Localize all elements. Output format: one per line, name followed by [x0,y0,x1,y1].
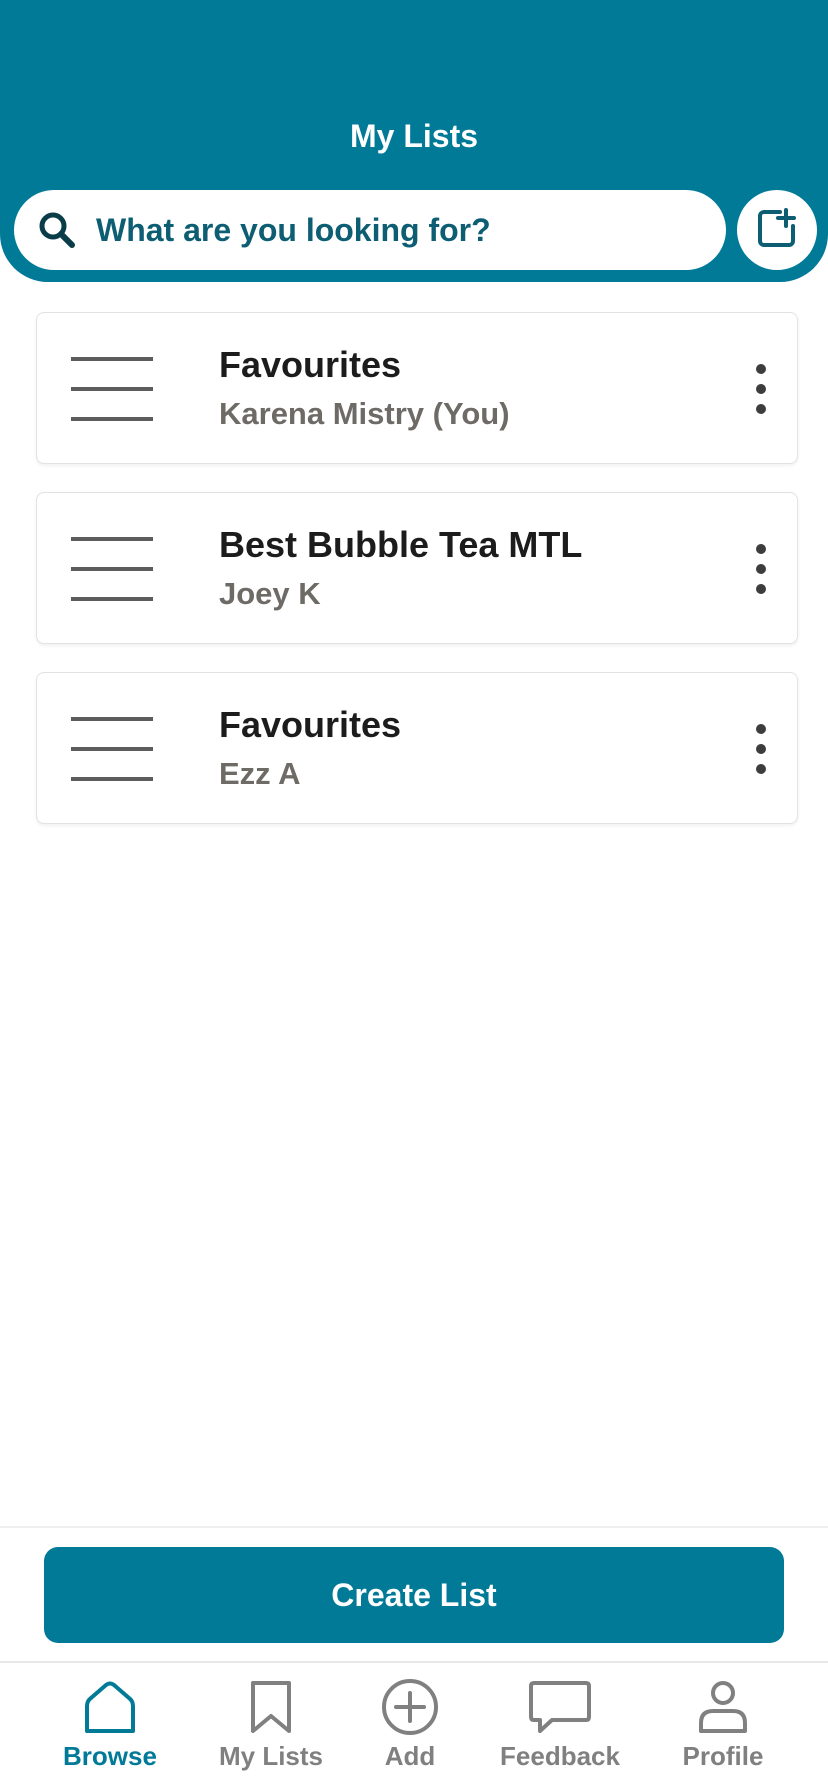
add-list-button[interactable] [737,190,817,270]
nav-label: Add [384,1741,436,1771]
nav-label: Browse [63,1741,157,1771]
list-lines-icon [71,535,153,603]
app-screen: My Lists What are you looking for? Favou… [0,0,828,1792]
create-list-button[interactable]: Create List [44,1547,784,1643]
nav-item-browse[interactable]: Browse [30,1677,190,1772]
person-icon [643,1677,803,1737]
more-options-icon[interactable] [751,543,771,595]
list-text: Favourites Ezz A [219,703,401,797]
search-input[interactable]: What are you looking for? [14,190,726,270]
search-icon [34,207,80,253]
list-item[interactable]: Favourites Karena Mistry (You) [36,312,798,464]
list-lines-icon [71,355,153,423]
more-options-icon[interactable] [751,363,771,415]
add-list-icon [756,207,798,254]
list-title: Best Bubble Tea MTL [219,524,583,565]
list-owner: Joey K [219,576,321,611]
list-text: Favourites Karena Mistry (You) [219,343,510,437]
bookmark-icon [191,1677,351,1737]
list-item[interactable]: Favourites Ezz A [36,672,798,824]
list-item[interactable]: Best Bubble Tea MTL Joey K [36,492,798,644]
more-options-icon[interactable] [751,723,771,775]
list-title: Favourites [219,704,402,745]
nav-label: My Lists [218,1741,324,1771]
list-text: Best Bubble Tea MTL Joey K [219,523,582,617]
list-lines-icon [71,715,153,783]
footer-divider [0,1526,828,1528]
nav-item-feedback[interactable]: Feedback [480,1677,640,1772]
lists-container: Favourites Karena Mistry (You) Best Bubb… [36,312,798,852]
nav-item-profile[interactable]: Profile [643,1677,803,1772]
nav-item-add[interactable]: Add [330,1677,490,1772]
list-owner: Karena Mistry (You) [219,396,510,431]
bottom-nav: Browse My Lists Add Feedback Profile [0,1663,828,1792]
home-icon [30,1677,190,1737]
list-owner: Ezz A [219,756,301,791]
nav-label: Feedback [500,1741,620,1771]
nav-item-my-lists[interactable]: My Lists [191,1677,351,1772]
chat-bubble-icon [480,1677,640,1737]
list-title: Favourites [219,344,402,385]
nav-label: Profile [682,1741,764,1771]
header: My Lists What are you looking for? [0,0,828,282]
search-placeholder: What are you looking for? [96,211,491,248]
plus-circle-icon [330,1677,490,1737]
page-title: My Lists [349,118,479,154]
